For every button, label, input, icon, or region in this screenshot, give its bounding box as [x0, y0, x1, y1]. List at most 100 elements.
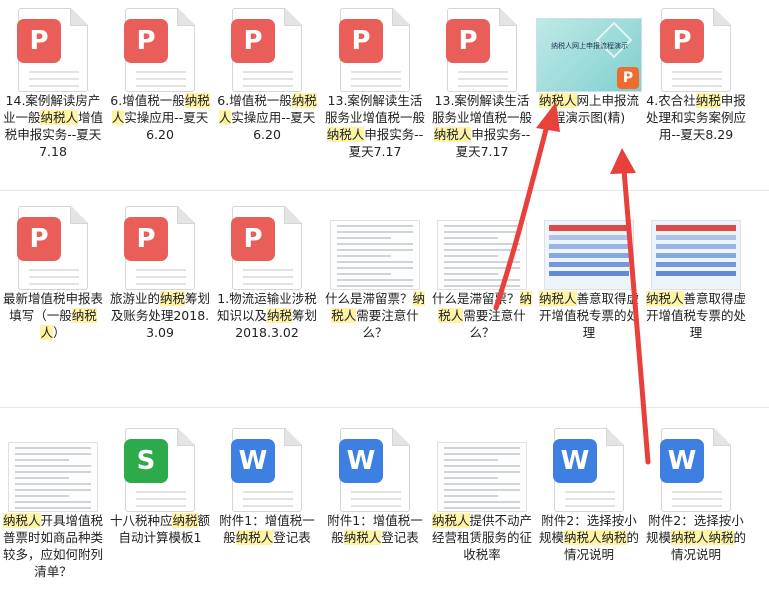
- file-name-part: 需要注意什么？: [463, 308, 526, 340]
- file-type-badge: W: [553, 439, 597, 483]
- file-name-part: 6.增值税一般: [110, 93, 185, 108]
- file-item[interactable]: 纳税人善意取得虚开增值税专票的处理: [536, 198, 642, 341]
- presentation-thumbnail: 纳税人网上申报流程演示 P: [536, 18, 642, 92]
- file-type-badge: P: [231, 217, 275, 261]
- file-name: 什么是滞留票？纳税人需要注意什么？: [322, 290, 428, 341]
- file-name: 附件1：增值税一般纳税人登记表: [322, 512, 428, 546]
- file-name: 纳税人提供不动产经营租赁服务的征收税率: [429, 512, 535, 563]
- document-thumbnail-icon: [536, 198, 642, 290]
- document-page: P: [660, 8, 731, 92]
- file-name-part: 4.农合社: [646, 93, 696, 108]
- document-thumbnail: [8, 442, 98, 512]
- document-page: P: [124, 206, 195, 290]
- file-type-badge: P: [339, 19, 383, 63]
- file-item[interactable]: 纳税人网上申报流程演示 P 纳税人网上申报流程演示图(精): [536, 0, 642, 126]
- document-thumbnail: [544, 220, 634, 290]
- word-icon: W: [643, 420, 749, 512]
- pdf-icon: P: [0, 0, 106, 92]
- file-item[interactable]: P 14.案例解读房产业一般纳税人增值税申报实务--夏天7.18: [0, 0, 106, 160]
- file-name: 6.增值税一般纳税人实操应用--夏天6.20: [107, 92, 213, 143]
- document-thumbnail-icon: [429, 198, 535, 290]
- file-name: 4.农合社纳税申报处理和实务案例应用--夏天8.29: [643, 92, 749, 143]
- file-name: 纳税人网上申报流程演示图(精): [536, 92, 642, 126]
- file-name: 旅游业的纳税筹划及账务处理2018.3.09: [107, 290, 213, 341]
- file-item[interactable]: P 13.案例解读生活服务业增值税一般纳税人申报实务--夏天7.17: [429, 0, 535, 160]
- file-type-badge: W: [339, 439, 383, 483]
- document-thumbnail-icon: [322, 198, 428, 290]
- file-item[interactable]: W 附件2：选择按小规模纳税人纳税的情况说明: [643, 420, 749, 563]
- file-name-part: 登记表: [273, 530, 311, 545]
- document-page: P: [17, 8, 88, 92]
- file-item[interactable]: W 附件1：增值税一般纳税人登记表: [214, 420, 320, 546]
- file-item[interactable]: P 6.增值税一般纳税人实操应用--夏天6.20: [214, 0, 320, 143]
- file-name-part: 什么是滞留票？: [324, 291, 413, 306]
- file-item[interactable]: P 旅游业的纳税筹划及账务处理2018.3.09: [107, 198, 213, 341]
- pdf-icon: P: [0, 198, 106, 290]
- file-name: 纳税人善意取得虚开增值税专票的处理: [643, 290, 749, 341]
- search-highlight: 纳税人: [343, 530, 382, 545]
- document-page: W: [231, 428, 302, 512]
- row-divider: [0, 190, 769, 191]
- file-type-badge: W: [660, 439, 704, 483]
- document-thumbnail-icon: [429, 420, 535, 512]
- search-highlight: 纳税: [695, 93, 721, 108]
- document-page: P: [124, 8, 195, 92]
- file-item[interactable]: 纳税人提供不动产经营租赁服务的征收税率: [429, 420, 535, 563]
- file-type-badge: P: [660, 19, 704, 63]
- file-name: 最新增值税申报表填写（一般纳税人）: [0, 290, 106, 341]
- file-item[interactable]: P 最新增值税申报表填写（一般纳税人）: [0, 198, 106, 341]
- file-item[interactable]: 什么是滞留票？纳税人需要注意什么？: [429, 198, 535, 341]
- document-thumbnail-icon: [643, 198, 749, 290]
- file-type-badge: W: [231, 439, 275, 483]
- file-type-badge: P: [17, 19, 61, 63]
- document-page: P: [231, 206, 302, 290]
- file-item[interactable]: P 6.增值税一般纳税人实操应用--夏天6.20: [107, 0, 213, 143]
- file-name: 纳税人开具增值税普票时如商品种类较多，应如何附列清单？: [0, 512, 106, 580]
- document-thumbnail: [651, 220, 741, 290]
- file-type-badge: P: [17, 217, 61, 261]
- file-name-part: 实操应用--夏天6.20: [231, 110, 316, 142]
- file-name: 13.案例解读生活服务业增值税一般纳税人申报实务--夏天7.17: [429, 92, 535, 160]
- file-name-part: 6.增值税一般: [217, 93, 292, 108]
- file-name-part: 旅游业的: [109, 291, 160, 306]
- row-divider: [0, 407, 769, 408]
- file-name: 什么是滞留票？纳税人需要注意什么？: [429, 290, 535, 341]
- pdf-icon: P: [322, 0, 428, 92]
- file-type-badge: S: [124, 439, 168, 483]
- document-page: P: [446, 8, 517, 92]
- search-highlight: 纳税: [172, 513, 198, 528]
- document-page: S: [124, 428, 195, 512]
- file-name-part: 实操应用--夏天6.20: [124, 110, 209, 142]
- thumbnail-title: 纳税人网上申报流程演示: [551, 42, 628, 50]
- pdf-icon: P: [429, 0, 535, 92]
- file-name-part: 登记表: [381, 530, 419, 545]
- document-page: W: [553, 428, 624, 512]
- file-item[interactable]: 纳税人善意取得虚开增值税专票的处理: [643, 198, 749, 341]
- document-page: W: [660, 428, 731, 512]
- file-item[interactable]: S 十八税种应纳税额自动计算模板1: [107, 420, 213, 546]
- search-highlight: 纳税人: [326, 127, 365, 142]
- file-name-part: 十八税种应: [109, 513, 173, 528]
- file-name: 13.案例解读生活服务业增值税一般纳税人申报实务--夏天7.17: [322, 92, 428, 160]
- document-thumbnail: [330, 220, 420, 290]
- file-item[interactable]: 纳税人开具增值税普票时如商品种类较多，应如何附列清单？: [0, 420, 106, 580]
- file-item[interactable]: P 13.案例解读生活服务业增值税一般纳税人申报实务--夏天7.17: [322, 0, 428, 160]
- search-highlight: 纳税人: [40, 110, 78, 125]
- search-highlight: 纳税人: [431, 513, 470, 528]
- file-item[interactable]: P 1.物流运输业涉税知识以及纳税筹划2018.3.02: [214, 198, 320, 341]
- pdf-icon: P: [214, 0, 320, 92]
- file-name: 1.物流运输业涉税知识以及纳税筹划2018.3.02: [214, 290, 320, 341]
- ppt-badge: P: [617, 67, 639, 89]
- search-highlight: 纳税人: [538, 291, 577, 306]
- search-highlight: 纳税人纳税: [670, 530, 734, 545]
- file-grid: P 14.案例解读房产业一般纳税人增值税申报实务--夏天7.18 P 6.增值税一般纳…: [0, 0, 769, 601]
- file-item[interactable]: P 4.农合社纳税申报处理和实务案例应用--夏天8.29: [643, 0, 749, 143]
- file-item[interactable]: W 附件1：增值税一般纳税人登记表: [322, 420, 428, 546]
- pdf-icon: P: [107, 0, 213, 92]
- pdf-icon: P: [214, 198, 320, 290]
- file-name: 十八税种应纳税额自动计算模板1: [107, 512, 213, 546]
- file-item[interactable]: 什么是滞留票？纳税人需要注意什么？: [322, 198, 428, 341]
- file-name-part: ）: [53, 325, 66, 340]
- word-icon: W: [214, 420, 320, 512]
- file-item[interactable]: W 附件2：选择按小规模纳税人纳税的情况说明: [536, 420, 642, 563]
